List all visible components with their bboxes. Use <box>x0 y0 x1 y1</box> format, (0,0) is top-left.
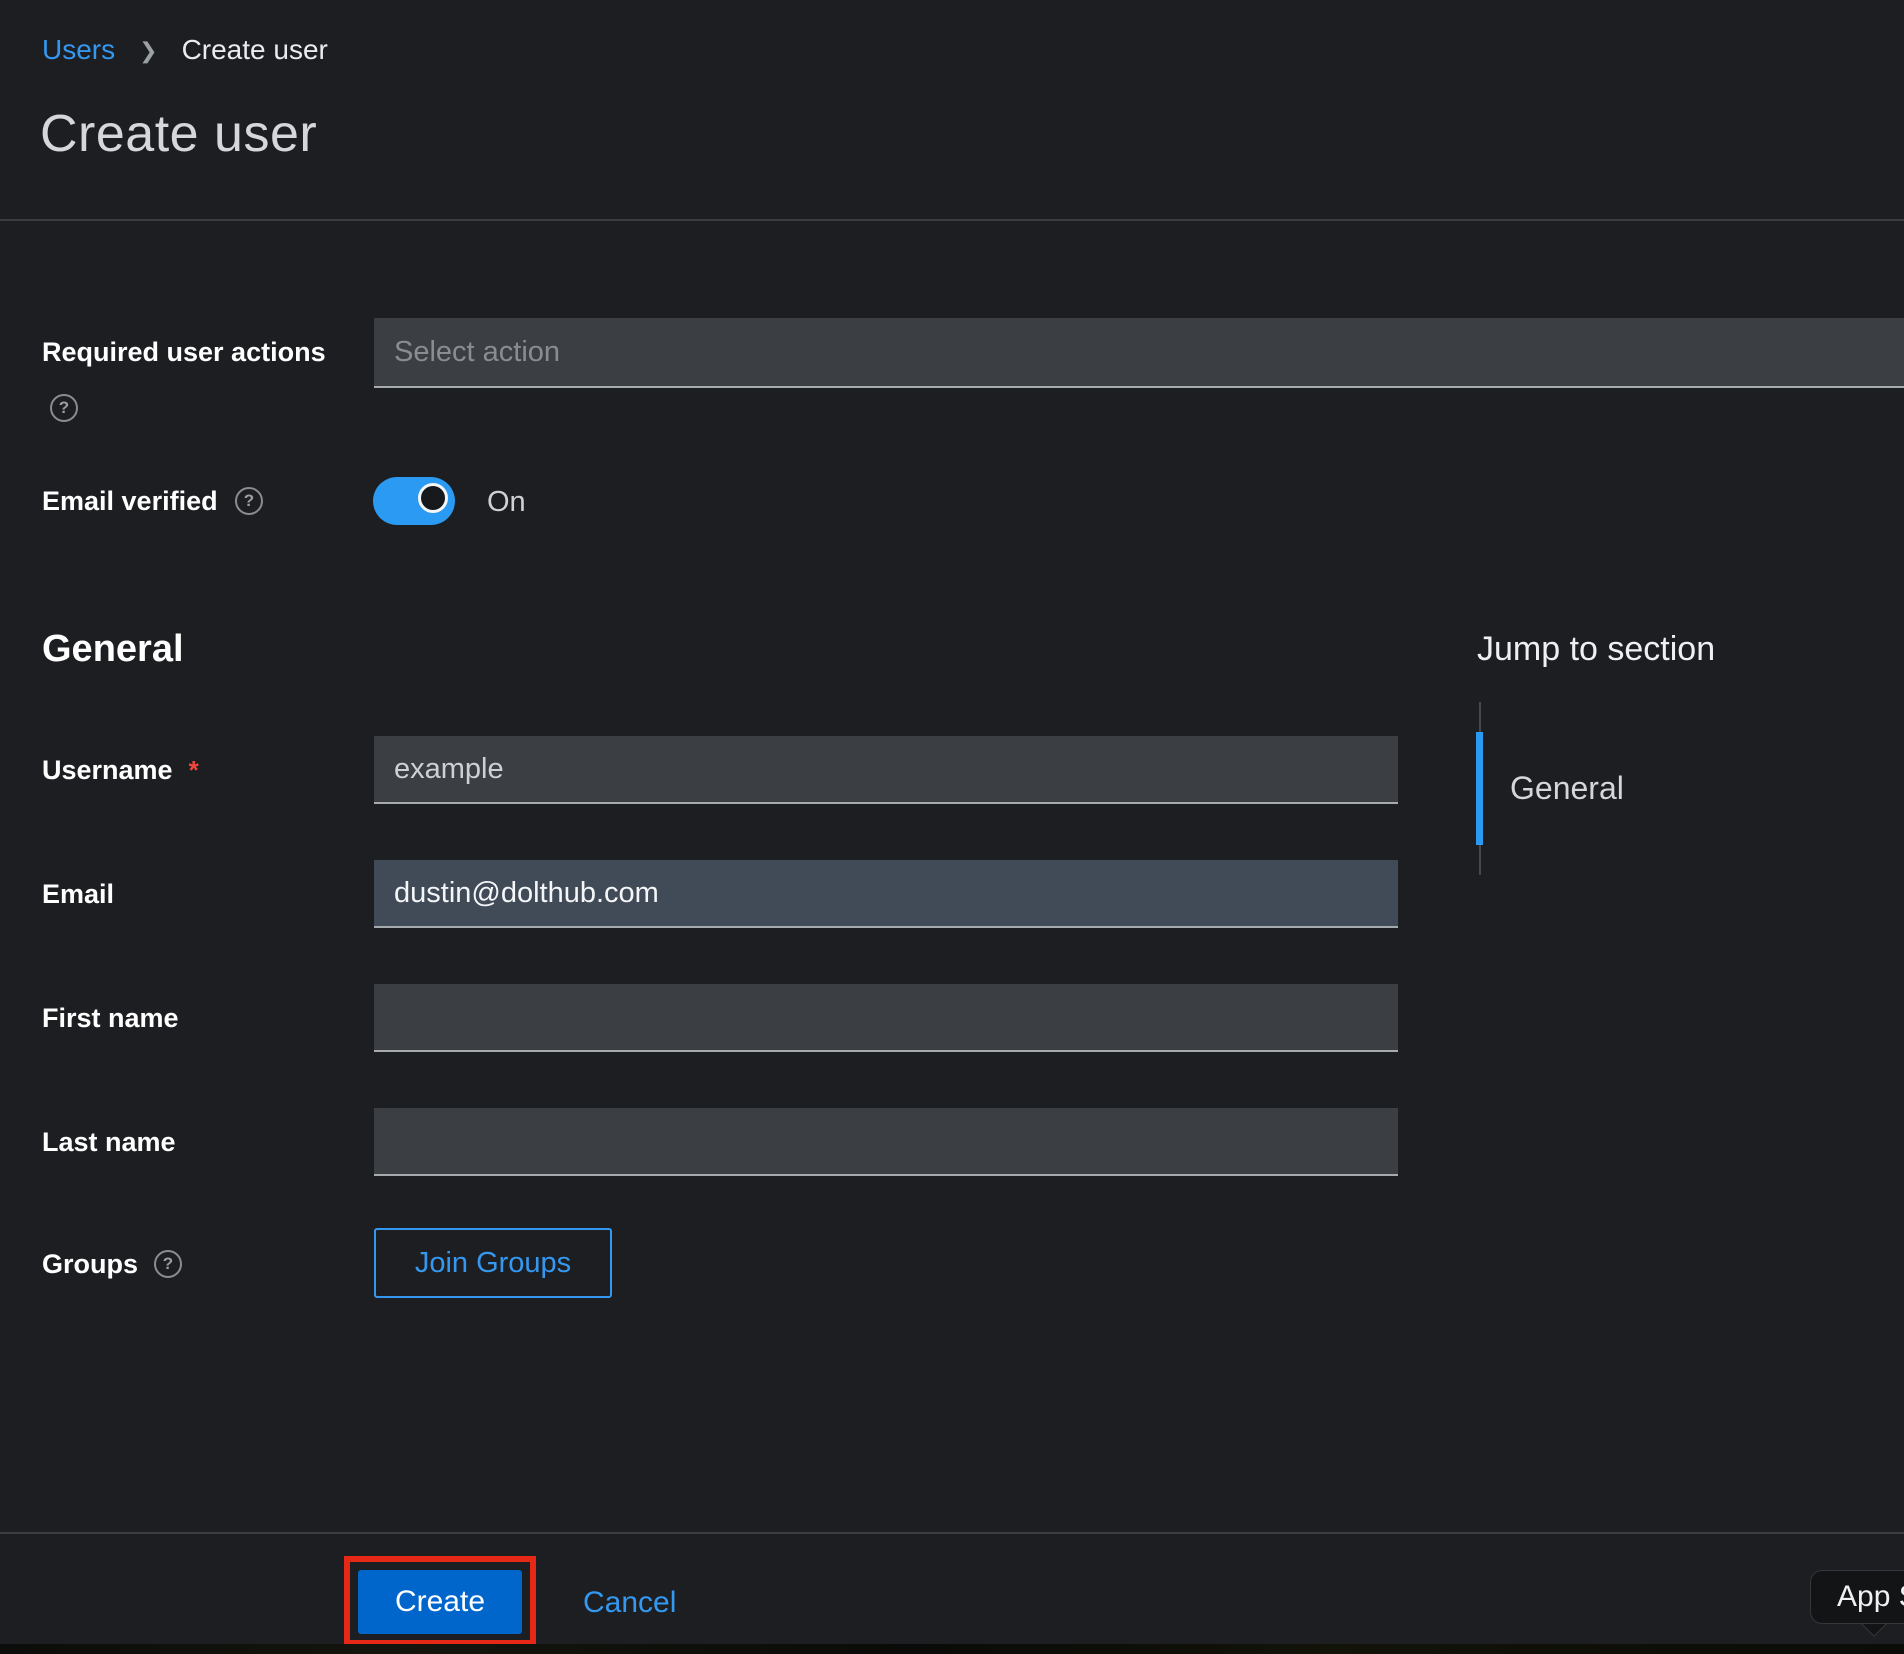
app-edge-tooltip: App S <box>1810 1570 1904 1624</box>
first-name-input[interactable] <box>374 984 1398 1052</box>
create-button[interactable]: Create <box>358 1570 522 1634</box>
groups-help-icon[interactable]: ? <box>154 1250 182 1278</box>
username-label-text: Username <box>42 755 173 785</box>
desktop-edge-strip <box>0 1644 1904 1654</box>
general-section-heading: General <box>42 628 184 671</box>
page-title: Create user <box>40 104 317 164</box>
jump-to-section-heading: Jump to section <box>1477 630 1715 669</box>
app-edge-tooltip-text: App S <box>1837 1580 1904 1614</box>
username-input[interactable] <box>374 736 1398 804</box>
email-verified-toggle[interactable] <box>373 477 455 525</box>
required-user-actions-label: Required user actions <box>42 332 326 372</box>
jump-nav-item-general[interactable]: General <box>1510 770 1624 807</box>
groups-label: Groups <box>42 1244 138 1284</box>
email-label: Email <box>42 874 114 914</box>
required-marker: * <box>189 755 199 785</box>
create-user-page: Users ❯ Create user Create user Required… <box>0 0 1904 1654</box>
breadcrumb-current: Create user <box>182 36 328 64</box>
email-verified-label: Email verified <box>42 481 218 521</box>
required-user-actions-help-icon[interactable]: ? <box>50 394 78 422</box>
chevron-right-icon: ❯ <box>139 40 157 62</box>
last-name-input[interactable] <box>374 1108 1398 1176</box>
breadcrumb-users-link[interactable]: Users <box>42 36 115 64</box>
cancel-link[interactable]: Cancel <box>583 1586 676 1620</box>
select-placeholder: Select action <box>394 336 560 369</box>
email-verified-state-text: On <box>487 486 526 519</box>
header-divider <box>0 219 1904 221</box>
username-label: Username * <box>42 750 199 790</box>
required-user-actions-select[interactable]: Select action <box>374 318 1904 388</box>
join-groups-button[interactable]: Join Groups <box>374 1228 612 1298</box>
jump-nav-active-indicator <box>1476 732 1483 845</box>
footer-divider <box>0 1532 1904 1534</box>
breadcrumb: Users ❯ Create user <box>42 36 328 64</box>
email-input[interactable] <box>374 860 1398 928</box>
toggle-knob <box>418 483 448 513</box>
email-verified-help-icon[interactable]: ? <box>235 487 263 515</box>
first-name-label: First name <box>42 998 179 1038</box>
last-name-label: Last name <box>42 1122 176 1162</box>
